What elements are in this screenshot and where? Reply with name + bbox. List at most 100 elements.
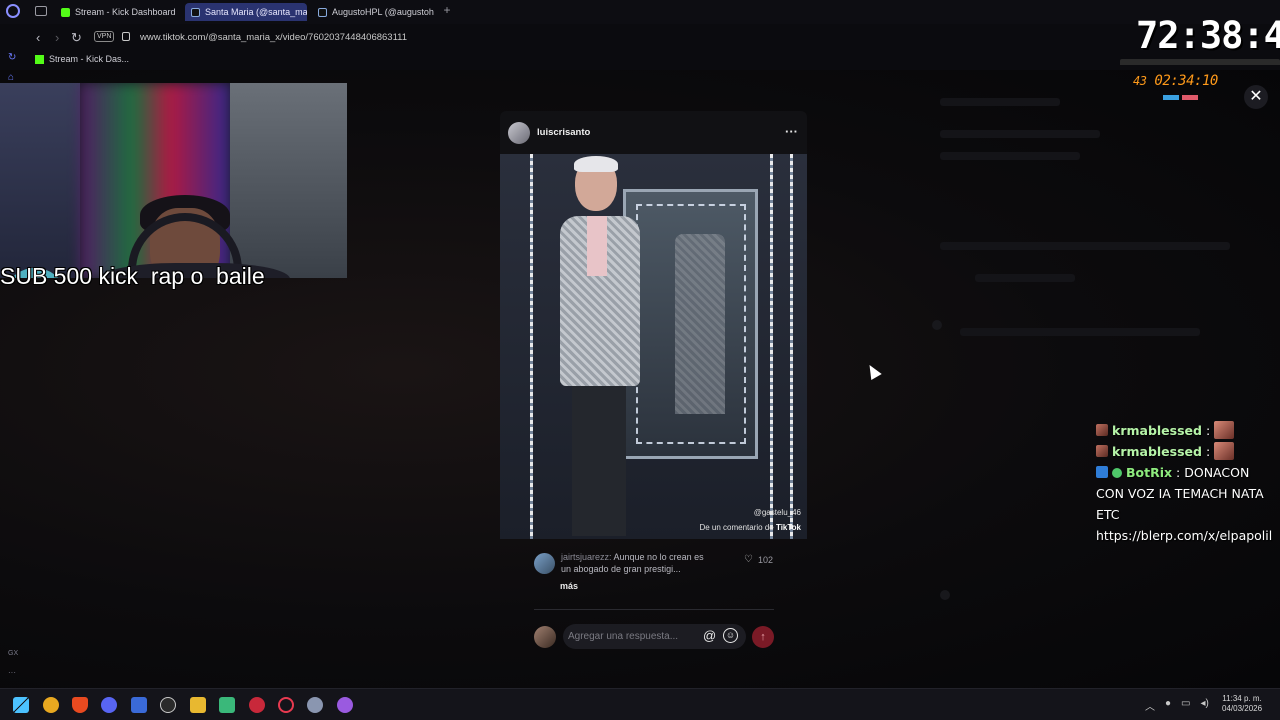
like-count: 102 xyxy=(757,554,773,565)
kick-icon xyxy=(35,54,44,64)
settings-icon[interactable] xyxy=(307,697,323,713)
red-app-icon[interactable] xyxy=(249,697,265,713)
opera-gx-icon[interactable] xyxy=(278,697,294,713)
tab-island-icon[interactable] xyxy=(35,6,47,16)
reply-box: @ ☺ xyxy=(563,624,746,649)
clock[interactable]: 11:34 p. m. 04/03/2026 xyxy=(1222,694,1262,714)
secondary-timer: 43 02:34:10 xyxy=(1133,73,1218,89)
more-icon[interactable]: ··· xyxy=(8,668,20,680)
volume-icon[interactable]: ◂) xyxy=(1201,698,1209,713)
bg-placeholder xyxy=(940,152,1080,160)
light-strip xyxy=(530,154,533,539)
divider xyxy=(534,609,774,610)
taskbar: ︿ ● ▭ ◂) 11:34 p. m. 04/03/2026 xyxy=(0,688,1280,720)
watermark-comment: De un comentario de TikTok xyxy=(699,523,801,532)
comment-like[interactable]: ♡ 102 xyxy=(744,554,773,565)
screen: Stream - Kick Dashboard Santa Maria (@sa… xyxy=(0,0,1280,720)
url-field[interactable]: www.tiktok.com/@santa_maria_x/video/7602… xyxy=(140,32,407,43)
comment-body: jairtsjuarezz: Aunque no lo crean es un … xyxy=(561,552,704,574)
tab-label: Santa Maria (@santa_ma xyxy=(205,7,307,17)
flag-icon xyxy=(1182,95,1198,100)
tiktok-icon xyxy=(318,7,327,17)
chat-separator: : xyxy=(1201,444,1211,459)
webcam-feed xyxy=(0,83,347,278)
man-shirt xyxy=(587,216,607,276)
bg-placeholder xyxy=(940,98,1060,106)
store-icon[interactable] xyxy=(131,697,147,713)
bookmark-kick[interactable]: Stream - Kick Das... xyxy=(35,54,129,64)
bot-badge-icon xyxy=(1096,466,1108,478)
tiktok-post-modal: luiscrisanto ··· @gastelu_46 De un comen… xyxy=(500,111,807,539)
forward-icon[interactable]: › xyxy=(55,30,59,45)
heart-icon[interactable]: ♡ xyxy=(744,554,753,565)
reload-icon[interactable]: ↻ xyxy=(71,30,82,46)
clock-date: 04/03/2026 xyxy=(1222,704,1263,713)
chat-message: krmablessed : xyxy=(1096,420,1280,441)
mic-icon[interactable]: ● xyxy=(1165,698,1171,713)
back-icon[interactable]: ‹ xyxy=(36,30,40,45)
avatar[interactable] xyxy=(534,553,555,574)
address-bar: ‹ › ↻ VPN www.tiktok.com/@santa_maria_x/… xyxy=(0,24,1280,52)
bg-placeholder xyxy=(960,328,1200,336)
post-username[interactable]: luiscrisanto xyxy=(537,127,590,138)
avatar xyxy=(534,626,556,648)
bg-placeholder xyxy=(975,274,1075,282)
sub-badge-icon xyxy=(1096,424,1108,436)
bg-placeholder xyxy=(932,320,942,330)
timer-value: 02:34:10 xyxy=(1154,73,1218,89)
watermark-text: De un comentario de xyxy=(699,523,774,532)
tab-label: AugustoHPL (@augustohp xyxy=(332,7,434,17)
post-video[interactable]: @gastelu_46 De un comentario de TikTok xyxy=(500,154,807,539)
gx-label[interactable]: GX xyxy=(8,650,20,662)
bg-placeholder xyxy=(940,130,1100,138)
new-tab-button[interactable]: + xyxy=(440,3,454,19)
discord-icon[interactable] xyxy=(101,697,117,713)
tiktok-icon xyxy=(191,7,200,17)
reflection xyxy=(675,234,725,414)
chat-separator: : xyxy=(1201,423,1211,438)
lock-icon[interactable] xyxy=(122,32,130,41)
opera-logo-icon[interactable] xyxy=(6,4,20,18)
chat-message: krmablessed : xyxy=(1096,441,1280,462)
tab-bar: Stream - Kick Dashboard Santa Maria (@sa… xyxy=(0,0,1280,24)
gamepad-icon[interactable] xyxy=(219,697,235,713)
chat-username: krmablessed xyxy=(1112,444,1202,459)
bg-placeholder xyxy=(940,242,1230,250)
light-strip xyxy=(770,154,773,539)
tab-kick-dashboard[interactable]: Stream - Kick Dashboard xyxy=(55,3,177,21)
coin-app-icon[interactable] xyxy=(43,697,59,713)
tab-augustohpl[interactable]: AugustoHPL (@augustohp xyxy=(312,3,434,21)
avatar[interactable] xyxy=(508,121,530,144)
stream-timer: 72:38:41 xyxy=(1136,14,1280,57)
tab-label: Stream - Kick Dashboard xyxy=(75,7,176,17)
folder-icon[interactable] xyxy=(190,697,206,713)
emote-icon xyxy=(1214,421,1235,439)
comment-more-link[interactable]: más xyxy=(560,581,578,591)
chat-username: BotRix xyxy=(1126,465,1173,480)
emoji-icon[interactable]: ☺ xyxy=(723,628,738,643)
comment-user[interactable]: jairtsjuarezz xyxy=(561,552,609,562)
tab-santa-maria[interactable]: Santa Maria (@santa_ma xyxy=(185,3,307,21)
twitch-app-icon[interactable] xyxy=(337,697,353,713)
more-options-button[interactable]: ··· xyxy=(785,124,798,139)
post-header: luiscrisanto ··· xyxy=(500,111,807,154)
reply-input[interactable] xyxy=(568,627,698,646)
chevron-up-icon[interactable]: ︿ xyxy=(1145,698,1155,713)
bookmark-label: Stream - Kick Das... xyxy=(49,54,130,64)
refresh-sidebar-icon[interactable]: ↻ xyxy=(8,52,20,64)
close-button[interactable]: ✕ xyxy=(1244,85,1268,109)
windows-start-icon[interactable] xyxy=(13,697,29,713)
mention-icon[interactable]: @ xyxy=(703,628,716,643)
vpn-badge[interactable]: VPN xyxy=(94,31,115,42)
brave-icon[interactable] xyxy=(72,697,88,713)
send-button[interactable]: ↑ xyxy=(752,626,774,648)
watermark-user: @gastelu_46 xyxy=(753,508,801,517)
sub-goal-text: SUB 500 kick rap o baile xyxy=(0,263,265,289)
cam-background xyxy=(230,83,347,278)
bg-placeholder xyxy=(940,590,950,600)
obs-icon[interactable] xyxy=(160,697,176,713)
chat-message: BotRix : DONACON CON VOZ IA TEMACH NATA … xyxy=(1096,462,1280,525)
cam-background xyxy=(0,83,80,278)
timer-flags xyxy=(1163,95,1198,100)
network-icon[interactable]: ▭ xyxy=(1181,698,1190,713)
